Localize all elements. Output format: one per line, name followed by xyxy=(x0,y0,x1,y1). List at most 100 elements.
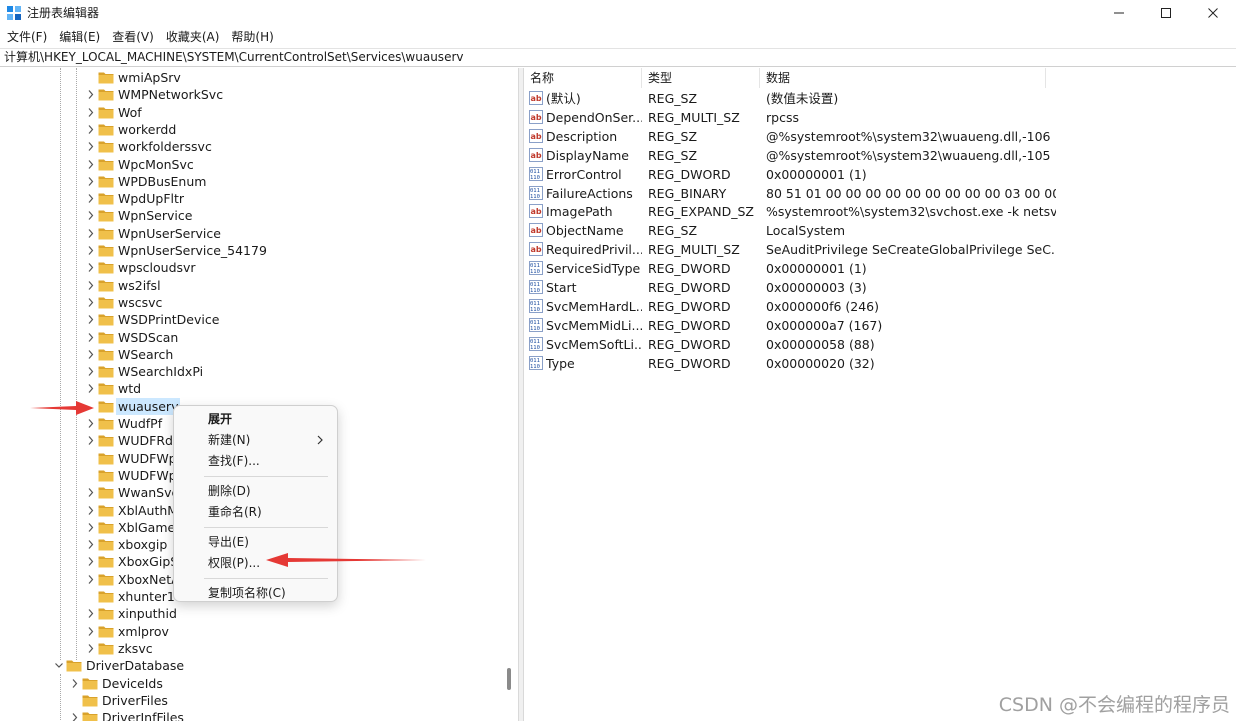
chevron-right-icon[interactable] xyxy=(86,262,96,273)
value-list[interactable]: 名称 类型 数据 ab (默认) REG_SZ (数值未设置) ab DependOnSe… xyxy=(524,68,1236,721)
ctx-copy-key-name-item[interactable]: 复制项名称(C) xyxy=(178,583,334,603)
chevron-right-icon[interactable] xyxy=(86,556,96,567)
chevron-right-icon[interactable] xyxy=(70,678,80,689)
tree-item[interactable]: WpcMonSvc xyxy=(0,156,518,173)
tree-item[interactable]: Wof xyxy=(0,104,518,121)
value-row[interactable]: ab DependOnSer... REG_MULTI_SZ rpcss xyxy=(524,108,1236,127)
tree-item-label: WPDBusEnum xyxy=(118,173,207,189)
ctx-new-item[interactable]: 新建(N) xyxy=(178,430,334,450)
key-tree[interactable]: wmiApSrv WMPNetworkSvc Wof workerdd workfold… xyxy=(0,68,518,721)
tree-item[interactable]: DriverInfFiles xyxy=(0,709,518,721)
tree-item[interactable]: WSearchIdxPi xyxy=(0,363,518,380)
chevron-right-icon[interactable] xyxy=(86,245,96,256)
chevron-right-icon[interactable] xyxy=(86,643,96,654)
chevron-right-icon[interactable] xyxy=(86,383,96,394)
folder-icon xyxy=(82,678,98,689)
tree-item[interactable]: WPDBusEnum xyxy=(0,173,518,190)
chevron-right-icon[interactable] xyxy=(86,297,96,308)
tree-item[interactable]: wtd xyxy=(0,380,518,397)
chevron-right-icon[interactable] xyxy=(86,539,96,550)
tree-item[interactable]: WSDPrintDevice xyxy=(0,311,518,328)
tree-item[interactable]: zksvc xyxy=(0,640,518,657)
ctx-rename-item[interactable]: 重命名(R) xyxy=(178,502,334,522)
chevron-right-icon[interactable] xyxy=(86,193,96,204)
maximize-button[interactable] xyxy=(1143,0,1189,26)
tree-item[interactable]: workfolderssvc xyxy=(0,138,518,155)
close-button[interactable] xyxy=(1190,0,1236,26)
column-name[interactable]: 名称 xyxy=(524,68,642,88)
folder-icon xyxy=(98,539,114,551)
ctx-expand-item[interactable]: 展开 xyxy=(178,409,334,429)
tree-item[interactable]: DriverDatabase xyxy=(0,657,518,674)
value-row[interactable]: ab RequiredPrivil... REG_MULTI_SZ SeAuditPr… xyxy=(524,240,1236,259)
chevron-right-icon[interactable] xyxy=(86,626,96,637)
value-row[interactable]: 011 110 SvcMemSoftLi... REG_DWORD 0x00000058… xyxy=(524,335,1236,354)
menu-view[interactable]: 查看(V) xyxy=(106,26,160,48)
chevron-right-icon[interactable] xyxy=(86,107,96,118)
menu-help[interactable]: 帮助(H) xyxy=(225,26,279,48)
tree-item[interactable]: DeviceIds xyxy=(0,675,518,692)
tree-item-label: XboxNetA xyxy=(118,571,180,587)
tree-item[interactable]: ws2ifsl xyxy=(0,277,518,294)
tree-item[interactable]: WSDScan xyxy=(0,329,518,346)
menu-favorites[interactable]: 收藏夹(A) xyxy=(160,26,226,48)
tree-item[interactable]: WpnUserService_54179 xyxy=(0,242,518,259)
menu-file[interactable]: 文件(F) xyxy=(1,26,53,48)
tree-item[interactable]: DriverFiles xyxy=(0,692,518,709)
chevron-right-icon[interactable] xyxy=(86,210,96,221)
tree-item[interactable]: wpscloudsvr xyxy=(0,259,518,276)
value-row[interactable]: 011 110 Type REG_DWORD 0x00000020 (32) xyxy=(524,354,1236,373)
chevron-right-icon[interactable] xyxy=(86,574,96,585)
value-row[interactable]: 011 110 SvcMemHardL... REG_DWORD 0x000000f6 … xyxy=(524,297,1236,316)
chevron-right-icon[interactable] xyxy=(86,89,96,100)
chevron-right-icon[interactable] xyxy=(86,314,96,325)
chevron-right-icon[interactable] xyxy=(86,435,96,446)
chevron-right-icon[interactable] xyxy=(86,141,96,152)
value-row[interactable]: 011 110 ErrorControl REG_DWORD 0x00000001 (1… xyxy=(524,165,1236,184)
tree-item[interactable]: wscsvc xyxy=(0,294,518,311)
chevron-right-icon[interactable] xyxy=(70,712,80,721)
menu-edit[interactable]: 编辑(E) xyxy=(53,26,106,48)
chevron-right-icon[interactable] xyxy=(86,159,96,170)
minimize-button[interactable] xyxy=(1096,0,1142,26)
chevron-right-icon[interactable] xyxy=(86,487,96,498)
column-data[interactable]: 数据 xyxy=(760,68,1046,88)
chevron-right-icon[interactable] xyxy=(86,332,96,343)
tree-item[interactable]: xinputhid xyxy=(0,605,518,622)
value-row[interactable]: ab Description REG_SZ @%systemroot%\system3… xyxy=(524,127,1236,146)
ctx-delete-item[interactable]: 删除(D) xyxy=(178,481,334,501)
value-row[interactable]: ab ImagePath REG_EXPAND_SZ %systemroot%\sys… xyxy=(524,202,1236,221)
value-row[interactable]: ab DisplayName REG_SZ @%systemroot%\system3… xyxy=(524,146,1236,165)
column-type[interactable]: 类型 xyxy=(642,68,760,88)
chevron-down-icon[interactable] xyxy=(54,660,64,671)
tree-item[interactable]: WSearch xyxy=(0,346,518,363)
chevron-right-icon[interactable] xyxy=(86,349,96,360)
value-row[interactable]: 011 110 ServiceSidType REG_DWORD 0x00000001 … xyxy=(524,259,1236,278)
tree-item[interactable]: wmiApSrv xyxy=(0,69,518,86)
tree-item[interactable]: WMPNetworkSvc xyxy=(0,86,518,103)
chevron-right-icon[interactable] xyxy=(86,522,96,533)
ctx-find-item[interactable]: 查找(F)... xyxy=(178,451,334,471)
chevron-right-icon[interactable] xyxy=(86,176,96,187)
value-data: %systemroot%\system32\svchost.exe -k net… xyxy=(766,204,1056,220)
chevron-right-icon[interactable] xyxy=(86,505,96,516)
tree-item[interactable]: workerdd xyxy=(0,121,518,138)
chevron-right-icon[interactable] xyxy=(86,124,96,135)
value-row[interactable]: 011 110 SvcMemMidLi... REG_DWORD 0x000000a7 … xyxy=(524,316,1236,335)
value-row[interactable]: 011 110 FailureActions REG_BINARY 80 51 01 0… xyxy=(524,184,1236,203)
chevron-right-icon[interactable] xyxy=(86,280,96,291)
chevron-right-icon[interactable] xyxy=(86,608,96,619)
value-row[interactable]: ab (默认) REG_SZ (数值未设置) xyxy=(524,89,1236,108)
address-bar[interactable]: 计算机\HKEY_LOCAL_MACHINE\SYSTEM\CurrentCon… xyxy=(0,48,1236,67)
tree-item[interactable]: WpnUserService xyxy=(0,225,518,242)
chevron-right-icon[interactable] xyxy=(86,366,96,377)
ctx-export-item[interactable]: 导出(E) xyxy=(178,532,334,552)
chevron-right-icon[interactable] xyxy=(86,418,96,429)
tree-item[interactable]: xmlprov xyxy=(0,623,518,640)
value-row[interactable]: 011 110 Start REG_DWORD 0x00000003 (3) xyxy=(524,278,1236,297)
chevron-right-icon[interactable] xyxy=(86,228,96,239)
tree-item[interactable]: WpnService xyxy=(0,207,518,224)
tree-item[interactable]: WpdUpFltr xyxy=(0,190,518,207)
folder-icon xyxy=(66,660,82,672)
value-row[interactable]: ab ObjectName REG_SZ LocalSystem xyxy=(524,221,1236,240)
